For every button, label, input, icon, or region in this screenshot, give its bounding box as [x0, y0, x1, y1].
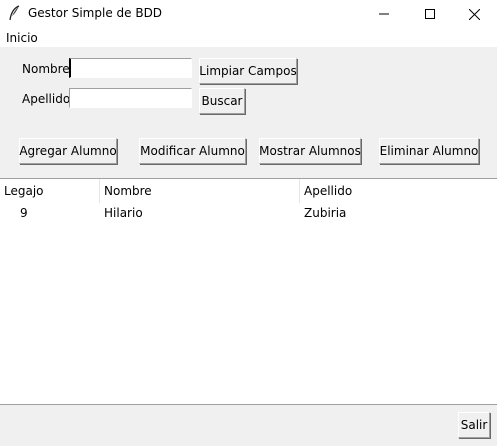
nombre-input[interactable] — [69, 58, 192, 78]
alumnos-table[interactable]: Legajo Nombre Apellido 9 Hilario Zubiria — [0, 178, 497, 404]
column-header-legajo[interactable]: Legajo — [0, 179, 100, 203]
nombre-label: Nombre — [22, 62, 70, 76]
window-title: Gestor Simple de BDD — [28, 6, 163, 20]
minimize-icon — [379, 13, 389, 15]
agregar-alumno-button[interactable]: Agregar Alumno — [19, 138, 117, 164]
buscar-button[interactable]: Buscar — [199, 88, 245, 114]
feather-icon — [9, 5, 20, 21]
app-window: Gestor Simple de BDD Inicio Nombre Limpi… — [0, 0, 497, 446]
maximize-icon — [425, 9, 435, 19]
menu-bar: Inicio — [0, 28, 497, 47]
maximize-button[interactable] — [407, 0, 453, 28]
apellido-label: Apellido — [22, 92, 71, 106]
cell-legajo: 9 — [20, 206, 28, 220]
apellido-input[interactable] — [69, 88, 192, 108]
limpiar-campos-button[interactable]: Limpiar Campos — [199, 58, 297, 84]
column-header-nombre[interactable]: Nombre — [100, 179, 300, 203]
close-icon — [468, 8, 480, 20]
cell-nombre: Hilario — [104, 206, 143, 220]
title-bar[interactable]: Gestor Simple de BDD — [0, 0, 497, 28]
column-header-apellido[interactable]: Apellido — [300, 179, 497, 203]
cell-apellido: Zubiria — [304, 206, 347, 220]
salir-button[interactable]: Salir — [458, 412, 490, 438]
footer-bar — [0, 404, 497, 446]
minimize-button[interactable] — [361, 0, 407, 28]
mostrar-alumnos-button[interactable]: Mostrar Alumnos — [259, 138, 361, 164]
menu-inicio[interactable]: Inicio — [6, 31, 38, 45]
close-button[interactable] — [451, 0, 497, 28]
modificar-alumno-button[interactable]: Modificar Alumno — [139, 138, 246, 164]
eliminar-alumno-button[interactable]: Eliminar Alumno — [379, 138, 479, 164]
